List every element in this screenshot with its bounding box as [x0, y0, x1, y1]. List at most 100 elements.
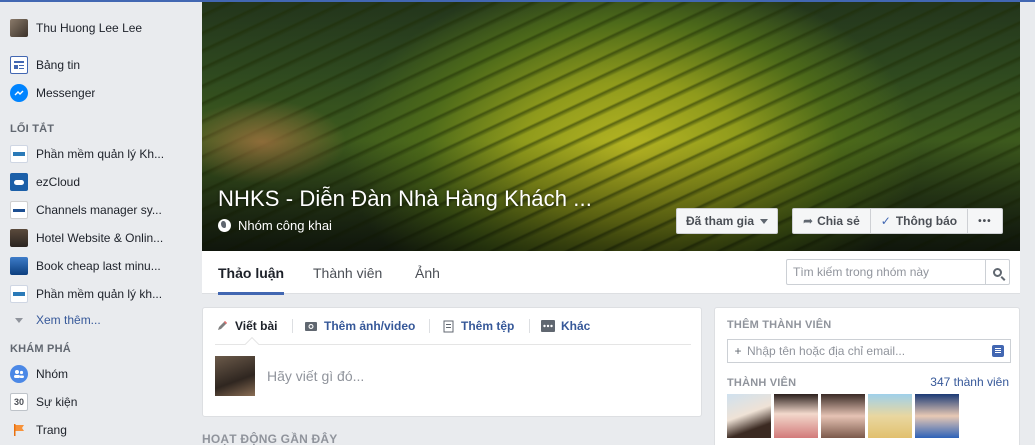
file-icon: [441, 319, 455, 333]
events-icon: 30: [10, 393, 28, 411]
sidebar-shortcut-label: Book cheap last minu...: [36, 259, 161, 273]
sidebar-item-messenger[interactable]: Messenger: [10, 82, 182, 104]
sidebar-shortcut[interactable]: ezCloud: [10, 171, 182, 193]
check-icon: ✓: [880, 214, 891, 228]
composer-tab-label: Viết bài: [235, 319, 278, 333]
composer-tab-more[interactable]: Khác: [541, 308, 590, 344]
more-options-button[interactable]: •••: [968, 209, 1002, 233]
messenger-icon: [10, 84, 28, 102]
joined-button[interactable]: Đã tham gia: [676, 208, 778, 234]
tab-label: Thảo luận: [218, 264, 285, 281]
composer-tab-write-post[interactable]: Viết bài: [215, 308, 277, 344]
hotel-logo-icon: [10, 201, 28, 219]
member-avatar[interactable]: [774, 394, 818, 438]
camera-icon: [304, 319, 318, 333]
sidebar-shortcut-label: Phần mềm quản lý kh...: [36, 287, 163, 301]
sidebar-shortcut-label: Phần mềm quản lý Kh...: [36, 147, 165, 161]
chevron-down-icon: [10, 311, 28, 329]
tab-members[interactable]: Thành viên: [313, 251, 382, 294]
group-action-buttons: ➦ Chia sẻ ✓ Thông báo •••: [792, 208, 1003, 234]
sidebar-item-pages[interactable]: Trang: [10, 419, 182, 441]
member-avatar[interactable]: [868, 394, 912, 438]
sidebar-item-label: Bảng tin: [36, 58, 81, 72]
member-avatar[interactable]: [727, 394, 771, 438]
member-avatar[interactable]: [915, 394, 959, 438]
group-search-input[interactable]: [787, 261, 985, 283]
group-cover-photo[interactable]: NHKS - Diễn Đàn Nhà Hàng Khách ... Nhóm …: [202, 2, 1020, 251]
share-button[interactable]: ➦ Chia sẻ: [793, 209, 871, 233]
group-title[interactable]: NHKS - Diễn Đàn Nhà Hàng Khách ...: [218, 186, 592, 212]
left-sidebar: Thu Huong Lee Lee Bảng tin Messenger LỐI…: [0, 2, 190, 445]
composer-tab-label: Thêm ảnh/video: [324, 319, 416, 333]
booking-icon: [10, 257, 28, 275]
sidebar-shortcut-label: Channels manager sy...: [36, 203, 162, 217]
group-tabs: Thảo luận Thành viên Ảnh: [202, 251, 1020, 295]
more-icon: •••: [978, 215, 992, 227]
sidebar-shortcut[interactable]: Phần mềm quản lý kh...: [10, 283, 182, 305]
sidebar-profile[interactable]: Thu Huong Lee Lee: [10, 17, 182, 39]
tab-photos[interactable]: Ảnh: [415, 251, 440, 294]
composer-divider: [215, 344, 691, 345]
recent-activity-heading: HOẠT ĐỘNG GẦN ĐÂY: [202, 432, 338, 445]
sidebar-shortcut[interactable]: Channels manager sy...: [10, 199, 182, 221]
add-members-field: +: [727, 339, 1011, 363]
share-button-label: Chia sẻ: [817, 214, 860, 228]
member-avatar[interactable]: [821, 394, 865, 438]
sidebar-shortcut[interactable]: Book cheap last minu...: [10, 255, 182, 277]
pencil-icon: [215, 319, 229, 333]
news-feed-icon: [10, 56, 28, 74]
post-composer: Viết bài Thêm ảnh/video Thêm tệp Khác Hã…: [202, 307, 702, 417]
sidebar-shortcut[interactable]: Hotel Website & Onlin...: [10, 227, 182, 249]
search-button[interactable]: [985, 260, 1009, 284]
group-privacy: Nhóm công khai: [218, 218, 332, 233]
sidebar-profile-name: Thu Huong Lee Lee: [36, 21, 143, 35]
shortcut-logo-icon: [10, 145, 28, 163]
composer-tab-add-file[interactable]: Thêm tệp: [441, 308, 514, 344]
explore-heading: KHÁM PHÁ: [10, 343, 71, 355]
composer-tabs: Viết bài Thêm ảnh/video Thêm tệp Khác: [203, 308, 701, 344]
globe-icon: [218, 219, 231, 232]
add-members-input[interactable]: [745, 341, 992, 361]
avatar: [215, 356, 255, 396]
see-more-link[interactable]: Xem thêm...: [10, 309, 182, 331]
sidebar-shortcut-label: ezCloud: [36, 175, 81, 189]
members-panel: THÊM THÀNH VIÊN + THÀNH VIÊN 347 thành v…: [714, 307, 1020, 445]
add-members-heading: THÊM THÀNH VIÊN: [727, 319, 832, 331]
shortcuts-heading: LỐI TẮT: [10, 123, 55, 135]
chevron-down-icon: [760, 218, 768, 224]
composer-tab-divider: [529, 319, 530, 333]
sidebar-item-label: Trang: [36, 423, 67, 437]
tab-label: Ảnh: [415, 264, 440, 281]
pages-flag-icon: [10, 421, 28, 439]
more-icon: [541, 319, 555, 333]
sidebar-shortcut[interactable]: Phần mềm quản lý Kh...: [10, 143, 182, 165]
composer-tab-add-photo-video[interactable]: Thêm ảnh/video: [304, 308, 415, 344]
composer-tab-divider: [429, 319, 430, 333]
plus-icon: +: [734, 344, 742, 358]
sidebar-item-groups[interactable]: Nhóm: [10, 363, 182, 385]
address-book-icon[interactable]: [992, 345, 1004, 357]
groups-icon: [10, 365, 28, 383]
hotel-website-icon: [10, 229, 28, 247]
sidebar-item-news-feed[interactable]: Bảng tin: [10, 54, 182, 76]
search-icon: [993, 267, 1002, 277]
see-more-label: Xem thêm...: [36, 313, 101, 327]
members-count-link[interactable]: 347 thành viên: [930, 375, 1009, 389]
sidebar-item-events[interactable]: 30 Sự kiện: [10, 391, 182, 413]
sidebar-item-label: Messenger: [36, 86, 96, 100]
member-avatars: [727, 394, 962, 438]
composer-input[interactable]: Hãy viết gì đó...: [267, 368, 364, 384]
joined-button-label: Đã tham gia: [685, 214, 754, 228]
tab-discussion[interactable]: Thảo luận: [218, 251, 285, 295]
sidebar-shortcut-label: Hotel Website & Onlin...: [36, 231, 164, 245]
shortcut-logo-icon: [10, 285, 28, 303]
composer-tab-label: Khác: [561, 319, 591, 333]
notifications-button-label: Thông báo: [895, 214, 958, 228]
user-avatar: [10, 19, 28, 37]
group-search: [786, 259, 1010, 285]
group-privacy-label: Nhóm công khai: [238, 218, 332, 233]
notifications-button[interactable]: ✓ Thông báo: [871, 209, 969, 233]
sidebar-item-label: Nhóm: [36, 367, 69, 381]
share-arrow-icon: ➦: [803, 214, 814, 228]
members-heading: THÀNH VIÊN: [727, 377, 797, 389]
